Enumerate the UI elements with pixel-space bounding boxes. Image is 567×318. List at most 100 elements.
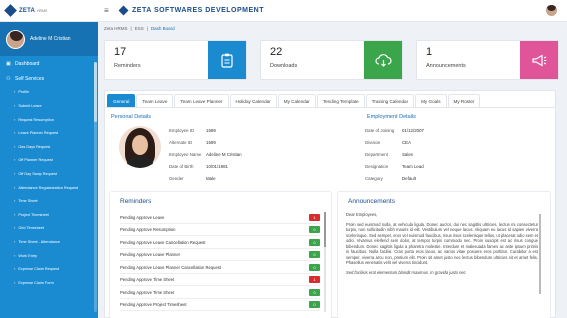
detail-key: Employee Name xyxy=(169,152,202,157)
reminder-label: Pending Approve Leave Planner Cancellati… xyxy=(120,264,222,270)
detail-value: Adeline M Cristian xyxy=(206,152,242,157)
detail-row: Gender Male xyxy=(169,176,216,181)
breadcrumb-home[interactable]: Zeta HRMS xyxy=(104,26,128,31)
reminders-scrollbar-thumb[interactable] xyxy=(324,212,326,247)
user-avatar-button[interactable] xyxy=(546,5,557,16)
sidebar-item-leave-planner-request[interactable]: › Leave Planner Request xyxy=(0,127,98,141)
avatar xyxy=(6,29,25,49)
announcement-body: Proin sed euismod nulla, at vehicula lig… xyxy=(346,221,538,266)
detail-row: Employee Name Adeline M Cristian xyxy=(169,152,242,157)
clipboard-icon xyxy=(208,41,246,79)
zeta-logo-icon xyxy=(4,4,17,17)
card-label: Downloads xyxy=(270,63,298,69)
chevron-right-icon: › xyxy=(14,211,16,217)
sidebar-item-time-sheet-attendance[interactable]: › Time Sheet - Attendance xyxy=(0,236,98,250)
tab-bar: General Team Leave Team Leave Planner Holid… xyxy=(105,91,555,108)
detail-row: Division CEA xyxy=(365,140,411,145)
reminder-row[interactable]: Pending Approve Time Sheet 1 xyxy=(120,275,320,286)
sidebar-item-off-planner-request[interactable]: › Off Planner Request xyxy=(0,154,98,168)
sidebar-scrollbar-thumb[interactable] xyxy=(94,62,97,122)
count-badge: 0 xyxy=(309,251,320,259)
tab-training-calendar[interactable]: Training Calendar xyxy=(365,94,415,107)
tab-my-roster[interactable]: My Roster xyxy=(447,94,481,107)
sidebar-item-work-entry[interactable]: › Work Entry xyxy=(0,249,98,263)
tab-team-leave[interactable]: Team Leave xyxy=(136,94,174,107)
sidebar-submenu: › Profile › Submit Leave › Request Resumption… xyxy=(0,86,98,290)
sidebar-item-time-sheet[interactable]: › Time Sheet xyxy=(0,195,98,209)
reminders-card[interactable]: 17 Reminders xyxy=(104,40,247,80)
detail-key: Department xyxy=(365,152,388,157)
detail-value: Team Lead xyxy=(402,164,424,169)
sidebar-item-label: Dashboard xyxy=(15,60,40,67)
chevron-right-icon: › xyxy=(14,198,16,204)
sidebar: ZETA HRMS Adeline M Cristian ▣ Dashboard… xyxy=(0,0,98,318)
profile-name: Adeline M Cristian xyxy=(30,36,71,42)
chevron-right-icon: › xyxy=(14,143,16,149)
count-badge: 0 xyxy=(309,263,320,271)
reminder-row[interactable]: Pending Approve Resumption 0 xyxy=(120,225,320,236)
menu-icon[interactable]: ≡ xyxy=(104,6,114,15)
personal-details-title: Personal Details xyxy=(111,114,152,120)
sidebar-item-dashboard[interactable]: ▣ Dashboard xyxy=(0,56,98,71)
announcements-title: Announcements xyxy=(348,198,395,205)
reminder-row[interactable]: Pending Approve Leave 1 xyxy=(120,212,320,224)
tab-tending-template[interactable]: Tending Template xyxy=(316,94,365,107)
breadcrumb-current: Dash Board xyxy=(150,26,175,31)
detail-row: Designation Team Lead xyxy=(365,164,424,169)
reminder-label: Pending Approve Leave Planner xyxy=(120,252,181,258)
breadcrumb-ess[interactable]: ESS xyxy=(135,26,144,31)
tab-my-goals[interactable]: My Goals xyxy=(415,94,447,107)
detail-value: Default xyxy=(402,176,416,181)
announcements-card[interactable]: 1 Announcements xyxy=(416,40,559,80)
announcements-scrollbar[interactable] xyxy=(539,214,541,294)
detail-key: Alternate ID xyxy=(169,140,193,145)
sidebar-item-profile[interactable]: › Profile xyxy=(0,86,98,100)
count-badge: 0 xyxy=(309,226,320,234)
detail-value: CEA xyxy=(402,140,412,145)
reminder-label: Pending Approve Leave Cancellation Reque… xyxy=(120,239,206,245)
detail-value: 1599 xyxy=(206,128,216,133)
sidebar-item-attendance-regularization-request[interactable]: › Attendance Regularization Request xyxy=(0,181,98,195)
sidebar-item-project-timesheet[interactable]: › Project Timesheet xyxy=(0,208,98,222)
sidebar-item-off-day-swap-request[interactable]: › Off Day Swap Request xyxy=(0,168,98,182)
reminder-row[interactable]: Pending Approve Leave Planner Cancellati… xyxy=(120,262,320,274)
reminders-title: Reminders xyxy=(120,198,152,205)
tab-holiday-calendar[interactable]: Holiday Calendar xyxy=(229,94,277,107)
sidebar-profile[interactable]: Adeline M Cristian xyxy=(0,22,98,56)
reminders-panel: Reminders Pending Approve Leave 1 Pending … xyxy=(109,191,332,318)
downloads-card[interactable]: 22 Downloads xyxy=(260,40,403,80)
reminder-row[interactable]: Pending Approve Project Timesheet 0 xyxy=(120,300,320,311)
sidebar-item-label: Work Entry xyxy=(18,253,38,258)
sidebar-item-expense-claim-request[interactable]: › Expense Claim Request xyxy=(0,263,98,277)
card-label: Reminders xyxy=(114,63,141,69)
sidebar-item-label: Request Resumption xyxy=(18,117,54,122)
company-title: ZETA SOFTWARES DEVELOPMENT xyxy=(132,7,265,14)
sidebar-item-expense-claim-form[interactable]: › Expense Claim Form xyxy=(0,276,98,290)
announcement-greeting: Dear Employees, xyxy=(346,212,378,217)
chevron-right-icon: › xyxy=(14,279,16,285)
count-badge: 0 xyxy=(309,238,320,246)
sidebar-item-submit-leave[interactable]: › Submit Leave xyxy=(0,100,98,114)
tab-general[interactable]: General xyxy=(107,94,136,107)
sidebar-item-grid-timesheet[interactable]: › Grid Timesheet xyxy=(0,222,98,236)
sidebar-item-label: Time Sheet - Attendance xyxy=(18,239,60,244)
megaphone-icon xyxy=(520,41,558,79)
reminder-row[interactable]: Pending Approve Leave Cancellation Reque… xyxy=(120,237,320,249)
sidebar-brand[interactable]: ZETA HRMS xyxy=(0,0,98,22)
tab-my-calendar[interactable]: My Calendar xyxy=(277,94,316,107)
reminder-row[interactable]: Pending Approve Leave Planner 0 xyxy=(120,250,320,261)
chevron-right-icon: › xyxy=(14,266,16,272)
count-badge: 0 xyxy=(309,301,320,309)
sidebar-item-request-resumption[interactable]: › Request Resumption xyxy=(0,113,98,127)
sidebar-item-label: Off Day Swap Request xyxy=(18,171,57,176)
tab-team-leave-planner[interactable]: Team Leave Planner xyxy=(174,94,229,107)
sidebar-item-label: Expense Claim Form xyxy=(18,280,54,285)
sidebar-item-label: Gas Days Request xyxy=(18,144,51,149)
cloud-download-icon xyxy=(364,41,402,79)
chevron-right-icon: › xyxy=(14,170,16,176)
detail-key: Date of Birth xyxy=(169,164,194,169)
sidebar-item-self-services[interactable]: ⚇ Self Services xyxy=(0,71,98,86)
reminder-row[interactable]: Pending Approve Time Sheet 0 xyxy=(120,287,320,299)
sidebar-item-gas-days-request[interactable]: › Gas Days Request xyxy=(0,140,98,154)
reminder-label: Pending Approve Project Timesheet xyxy=(120,302,187,308)
